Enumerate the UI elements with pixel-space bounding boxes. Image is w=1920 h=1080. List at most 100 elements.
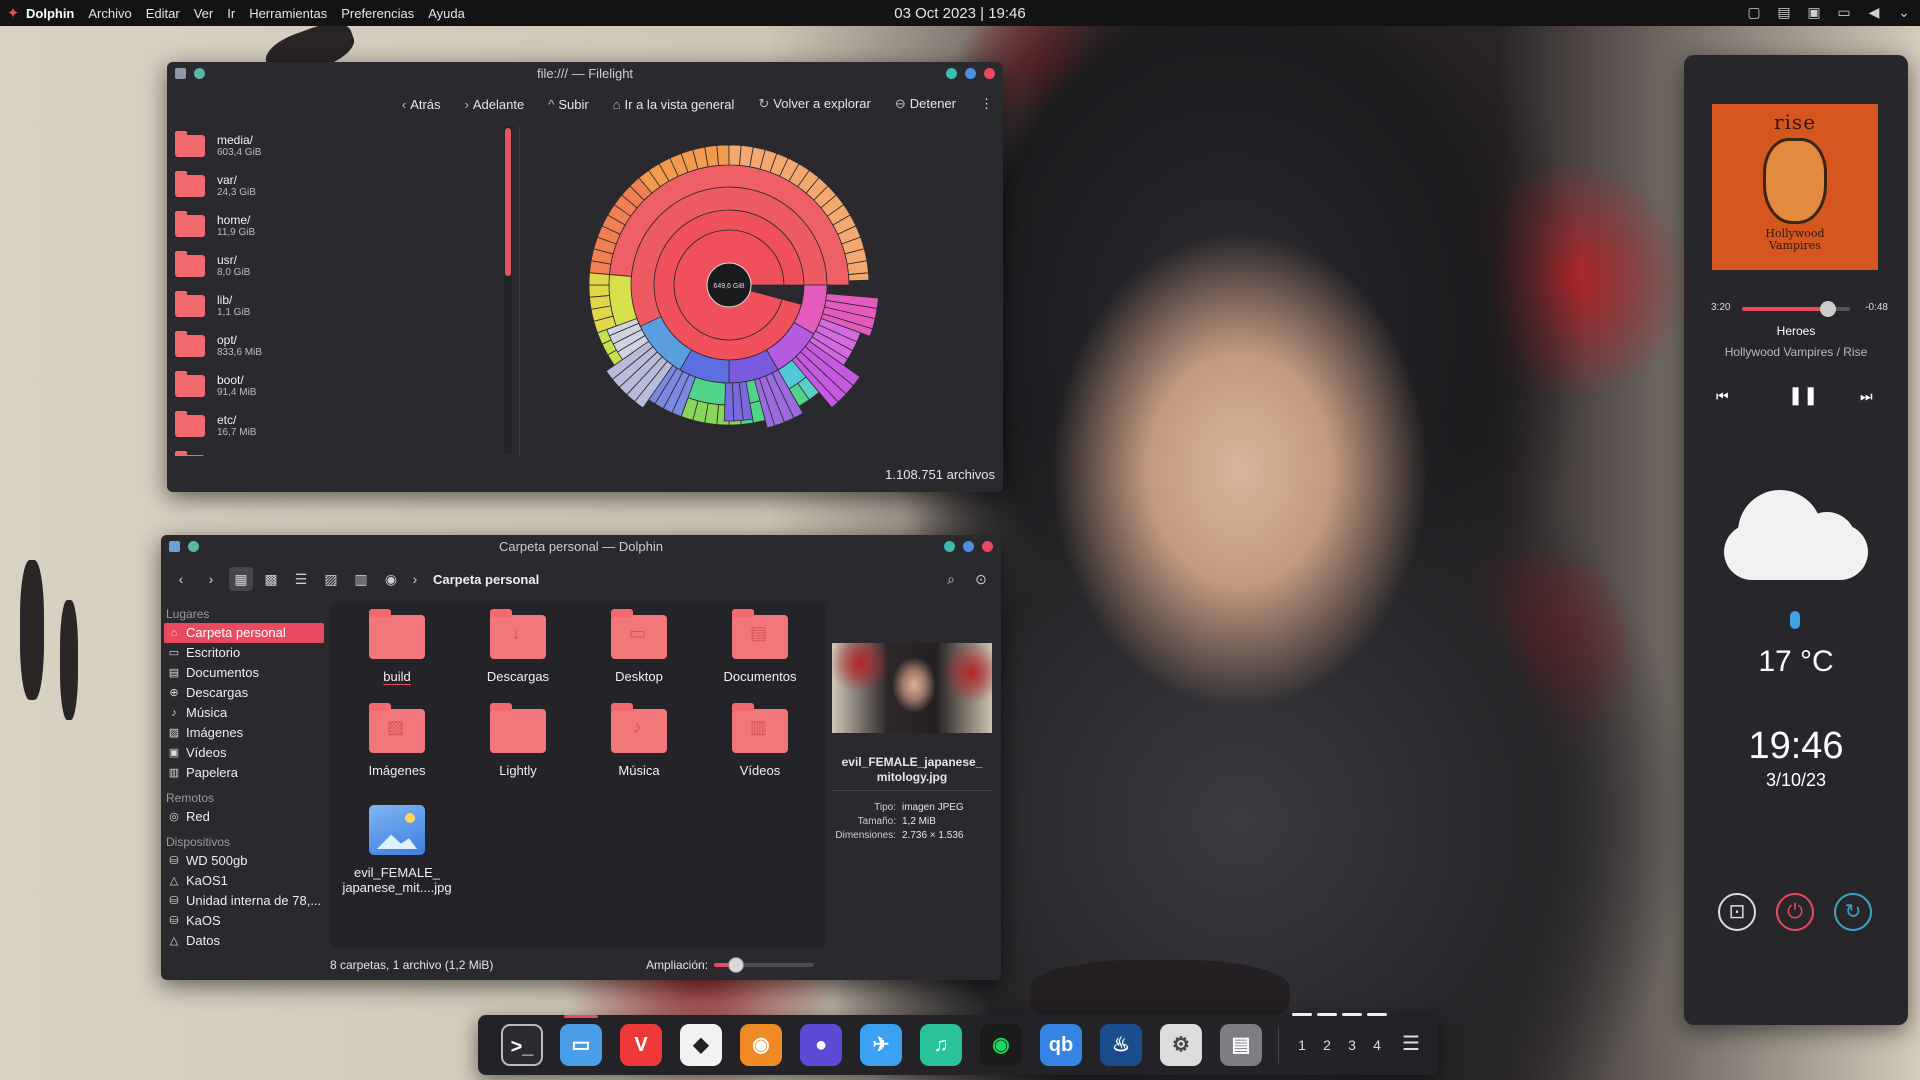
- network-icon[interactable]: ▣: [1806, 4, 1822, 20]
- sidebar-item-devices[interactable]: ⛁ Unidad interna de 78,...: [164, 891, 324, 911]
- vlc-like-icon[interactable]: ◉: [740, 1024, 782, 1066]
- next-track-icon[interactable]: ⏭: [1860, 388, 1873, 405]
- disk-usage-sunburst[interactable]: 649,6 GiB: [577, 132, 957, 442]
- split-view-icon[interactable]: ▥: [349, 567, 373, 591]
- maximize-button[interactable]: [965, 68, 976, 79]
- previous-track-icon[interactable]: ⏮: [1716, 388, 1729, 405]
- system-settings-icon[interactable]: ⚙: [1160, 1024, 1202, 1066]
- sidebar-item-places[interactable]: ▨ Imágenes: [164, 723, 324, 743]
- mastodon-icon[interactable]: ●: [800, 1024, 842, 1066]
- swift-icon[interactable]: ✈: [860, 1024, 902, 1066]
- workspace-3[interactable]: 3: [1342, 1013, 1362, 1053]
- restart-icon[interactable]: ↻: [1834, 893, 1872, 931]
- zoom-slider[interactable]: [714, 957, 815, 973]
- icons-view-icon[interactable]: ▦: [229, 567, 253, 591]
- file-view[interactable]: build ↓ Descargas ▭ Desktop ▤ Documentos ▨ Imáge…: [330, 603, 826, 948]
- file-item[interactable]: ↓ Descargas: [463, 603, 573, 684]
- file-item[interactable]: evil_FEMALE_ japanese_mit....jpg: [342, 793, 452, 895]
- power-icon[interactable]: ⏻: [1776, 893, 1814, 931]
- music-icon[interactable]: ♫: [920, 1024, 962, 1066]
- dolphin-titlebar[interactable]: Carpeta personal — Dolphin: [161, 535, 1001, 559]
- sidebar-item-remote[interactable]: ◎ Red: [164, 807, 324, 827]
- overview-button[interactable]: ⌂ Ir a la vista general: [613, 97, 735, 112]
- sidebar-item-places[interactable]: ▭ Escritorio: [164, 643, 324, 663]
- terminal-icon[interactable]: >_: [501, 1024, 543, 1066]
- menu-editar[interactable]: Editar: [146, 6, 180, 21]
- more-menu-icon[interactable]: ⋮: [980, 96, 993, 112]
- notifications-icon[interactable]: ▢: [1746, 4, 1762, 20]
- clipboard-icon[interactable]: ▤: [1776, 4, 1792, 20]
- up-button[interactable]: ^ Subir: [548, 97, 588, 112]
- app-menu-icon[interactable]: [169, 541, 180, 552]
- hamburger-menu-icon[interactable]: ⊙: [969, 567, 993, 591]
- sunburst-segment[interactable]: [723, 382, 735, 422]
- folder-row[interactable]: sbin/: [175, 446, 510, 456]
- folder-row[interactable]: var/24,3 GiB: [175, 166, 510, 206]
- sidebar-item-devices[interactable]: ⛁ KaOS: [164, 911, 324, 931]
- file-item[interactable]: Lightly: [463, 697, 573, 778]
- menu-archivo[interactable]: Archivo: [88, 6, 131, 21]
- workspace-4[interactable]: 4: [1367, 1013, 1387, 1053]
- app-menu-icon[interactable]: [175, 68, 186, 79]
- file-item[interactable]: ♪ Música: [584, 697, 694, 778]
- qbittorrent-icon[interactable]: qb: [1040, 1024, 1082, 1066]
- sidebar-item-places[interactable]: ▤ Documentos: [164, 663, 324, 683]
- kaos-logo-icon[interactable]: ✦: [0, 4, 26, 22]
- minimize-button[interactable]: [944, 541, 955, 552]
- vivaldi-icon[interactable]: V: [620, 1024, 662, 1066]
- sidebar-item-places[interactable]: ⊕ Descargas: [164, 683, 324, 703]
- forward-button[interactable]: › Adelante: [465, 97, 525, 112]
- volume-icon[interactable]: ◀: [1866, 4, 1882, 20]
- menu-preferencias[interactable]: Preferencias: [341, 6, 414, 21]
- menu-ver[interactable]: Ver: [194, 6, 214, 21]
- menu-herramientas[interactable]: Herramientas: [249, 6, 327, 21]
- menu-ir[interactable]: Ir: [227, 6, 235, 21]
- steam-icon[interactable]: ♨: [1100, 1024, 1142, 1066]
- folder-row[interactable]: lib/1,1 GiB: [175, 286, 510, 326]
- sunburst-segment[interactable]: [588, 272, 610, 286]
- back-button[interactable]: ‹ Atrás: [402, 97, 441, 112]
- file-item[interactable]: ▨ Imágenes: [342, 697, 452, 778]
- lock-icon[interactable]: ⊡: [1718, 893, 1756, 931]
- stop-button[interactable]: ⊖ Detener: [895, 96, 956, 112]
- inkscape-icon[interactable]: ◆: [680, 1024, 722, 1066]
- sidebar-item-places[interactable]: ⌂ Carpeta personal: [164, 623, 324, 643]
- sunburst-segment[interactable]: [588, 284, 610, 298]
- close-button[interactable]: [984, 68, 995, 79]
- folder-row[interactable]: opt/833,6 MiB: [175, 326, 510, 366]
- keep-above-icon[interactable]: [188, 541, 199, 552]
- file-item[interactable]: ▭ Desktop: [584, 603, 694, 684]
- sidebar-item-places[interactable]: ▥ Papelera: [164, 763, 324, 783]
- maximize-button[interactable]: [963, 541, 974, 552]
- file-item[interactable]: ▤ Documentos: [705, 603, 815, 684]
- file-item[interactable]: build: [342, 603, 452, 684]
- compact-view-icon[interactable]: ▩: [259, 567, 283, 591]
- close-button[interactable]: [982, 541, 993, 552]
- folder-row[interactable]: usr/8,0 GiB: [175, 246, 510, 286]
- preview-toggle-icon[interactable]: ▨: [319, 567, 343, 591]
- folder-row[interactable]: home/11,9 GiB: [175, 206, 510, 246]
- minimize-button[interactable]: [946, 68, 957, 79]
- disk-manager-icon[interactable]: ▤: [1220, 1024, 1262, 1066]
- file-item[interactable]: ▥ Vídeos: [705, 697, 815, 778]
- show-hidden-icon[interactable]: ◉: [379, 567, 403, 591]
- folder-row[interactable]: boot/91,4 MiB: [175, 366, 510, 406]
- sidebar-item-places[interactable]: ▣ Vídeos: [164, 743, 324, 763]
- rescan-button[interactable]: ↻ Volver a explorar: [758, 96, 870, 112]
- file-manager-icon[interactable]: ▭: [560, 1015, 602, 1066]
- spotify-icon[interactable]: ◉: [980, 1024, 1022, 1066]
- details-view-icon[interactable]: ☰: [289, 567, 313, 591]
- folder-row[interactable]: media/603,4 GiB: [175, 126, 510, 166]
- seek-slider[interactable]: [1742, 301, 1850, 317]
- breadcrumb[interactable]: Carpeta personal: [433, 572, 539, 587]
- forward-icon[interactable]: ›: [199, 567, 223, 591]
- sidebar-item-devices[interactable]: ⛁ WD 500gb: [164, 851, 324, 871]
- sunburst-segment[interactable]: [848, 272, 870, 282]
- filelight-titlebar[interactable]: file:/// — Filelight: [167, 62, 1003, 86]
- folder-row[interactable]: etc/16,7 MiB: [175, 406, 510, 446]
- chevron-down-icon[interactable]: ⌄: [1896, 4, 1912, 20]
- display-icon[interactable]: ▭: [1836, 4, 1852, 20]
- workspace-1[interactable]: 1: [1292, 1013, 1312, 1053]
- sidebar-item-devices[interactable]: △ Datos: [164, 931, 324, 951]
- back-icon[interactable]: ‹: [169, 567, 193, 591]
